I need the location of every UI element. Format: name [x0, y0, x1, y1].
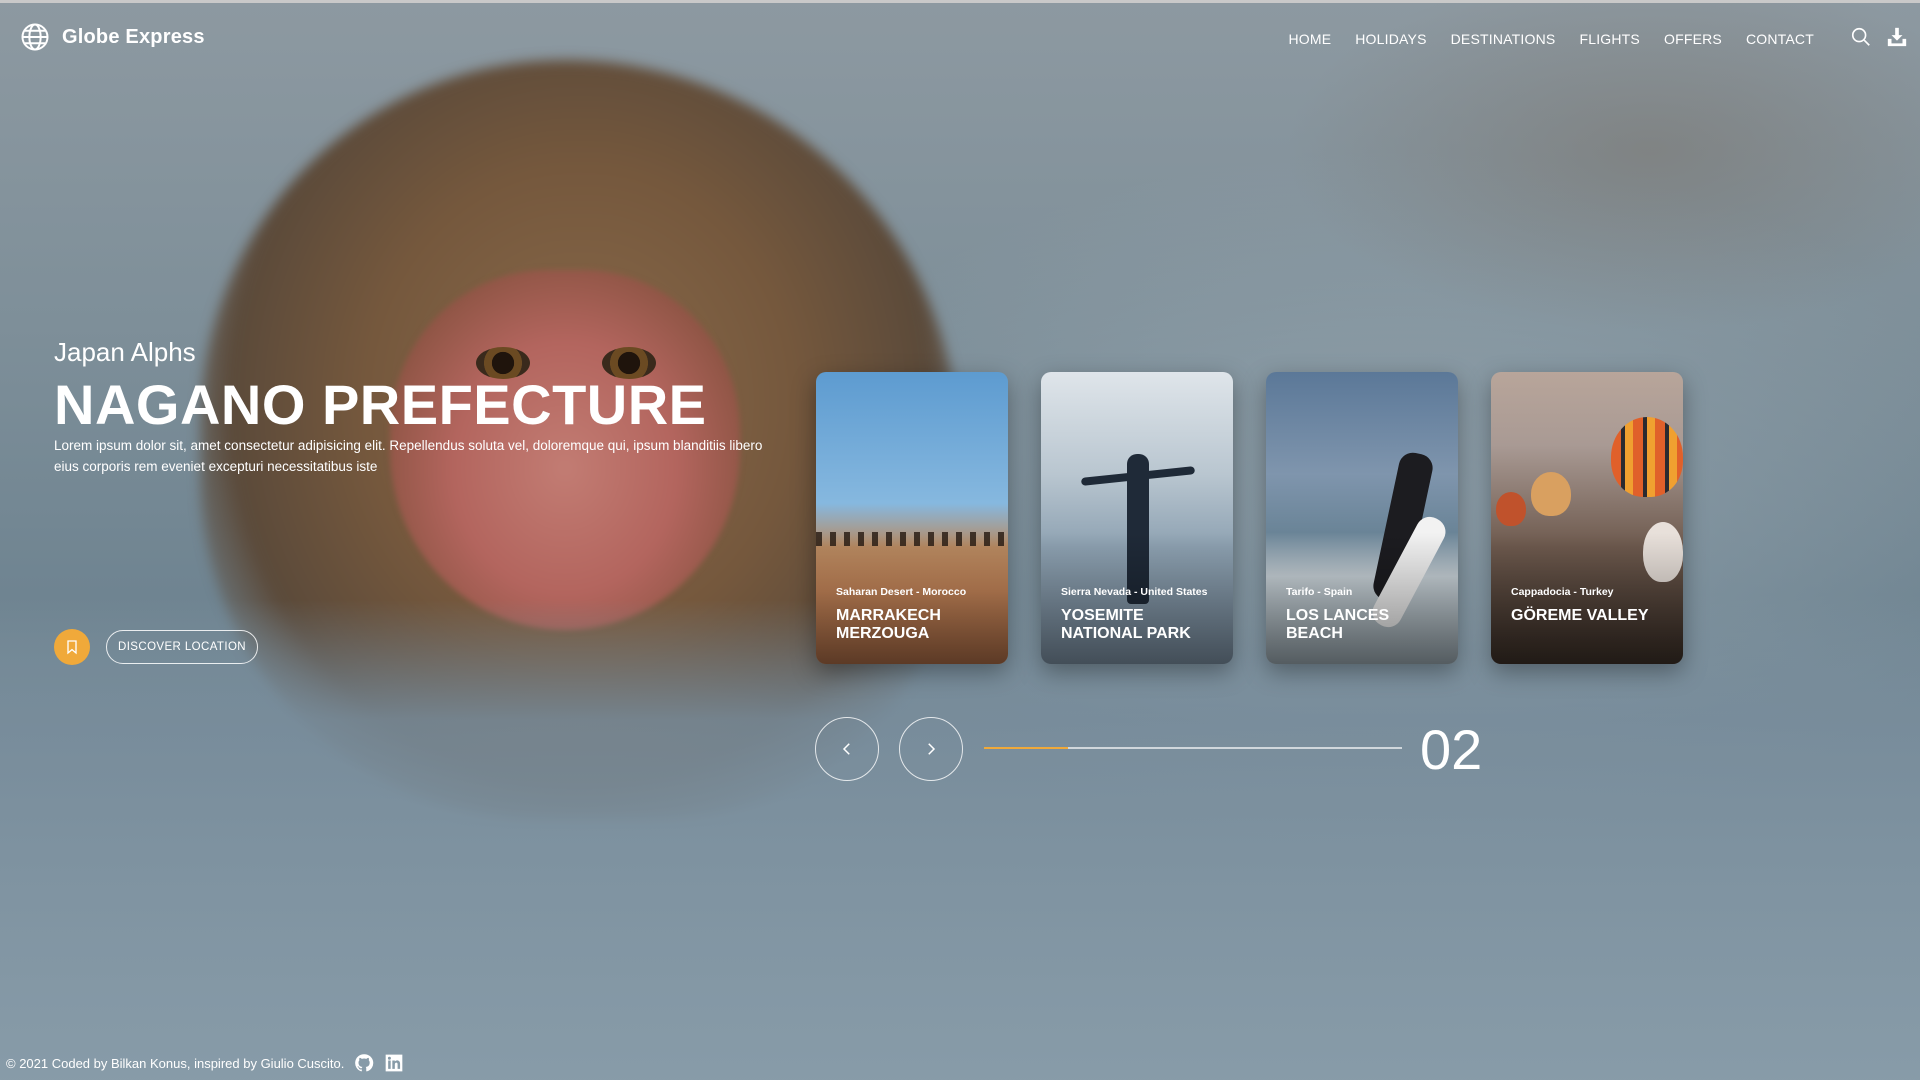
water-mist [0, 600, 1920, 1080]
card-name: YOSEMITE NATIONAL PARK [1061, 607, 1191, 642]
brand-name: Globe Express [62, 25, 205, 48]
destination-card-marrakech[interactable]: Saharan Desert - Morocco MARRAKECH MERZO… [816, 372, 1008, 664]
slider-prev-button[interactable] [815, 717, 879, 781]
destination-card-goreme[interactable]: Cappadocia - Turkey GÖREME VALLEY [1491, 372, 1683, 664]
header-tools [1850, 26, 1908, 48]
nav-offers[interactable]: OFFERS [1664, 31, 1722, 47]
slider-progress-fill [984, 747, 1068, 749]
github-icon[interactable] [354, 1053, 374, 1073]
card-name: LOS LANCES BEACH [1286, 607, 1390, 642]
slide-counter: 02 [1420, 718, 1483, 781]
top-border [0, 0, 1920, 3]
site-footer: © 2021 Coded by Bilkan Konus, inspired b… [6, 1053, 404, 1073]
site-header: Globe Express HOME HOLIDAYS DESTINATIONS… [0, 18, 1920, 58]
chevron-left-icon [842, 743, 850, 755]
chevron-right-icon [928, 743, 936, 755]
destination-card-los-lances[interactable]: Tarifo - Spain LOS LANCES BEACH [1266, 372, 1458, 664]
brand-logo[interactable]: Globe Express [20, 22, 205, 52]
card-location: Saharan Desert - Morocco [836, 586, 967, 598]
download-icon[interactable] [1886, 26, 1908, 48]
slider-progress-bar [984, 747, 1402, 749]
hero-description: Lorem ipsum dolor sit, amet consectetur … [54, 438, 763, 474]
bookmark-icon [67, 640, 77, 655]
nav-home[interactable]: HOME [1288, 31, 1331, 47]
destination-card-yosemite[interactable]: Sierra Nevada - United States YOSEMITE N… [1041, 372, 1233, 664]
nav-destinations[interactable]: DESTINATIONS [1451, 31, 1556, 47]
footer-credit: © 2021 Coded by Bilkan Konus, inspired b… [6, 1055, 345, 1071]
globe-icon [21, 23, 49, 51]
nav-flights[interactable]: FLIGHTS [1579, 31, 1640, 47]
hero-subtitle: Japan Alphs [54, 337, 196, 367]
slider-next-button[interactable] [899, 717, 963, 781]
card-location: Tarifo - Spain [1286, 586, 1353, 598]
bookmark-button[interactable] [54, 629, 90, 665]
destination-cards: Saharan Desert - Morocco MARRAKECH MERZO… [816, 372, 1683, 664]
card-name: GÖREME VALLEY [1511, 607, 1649, 624]
main-nav: HOME HOLIDAYS DESTINATIONS FLIGHTS OFFER… [1288, 31, 1814, 47]
card-name: MARRAKECH MERZOUGA [836, 607, 941, 642]
search-icon[interactable] [1850, 26, 1872, 48]
nav-holidays[interactable]: HOLIDAYS [1355, 31, 1426, 47]
nav-contact[interactable]: CONTACT [1746, 31, 1814, 47]
card-location: Cappadocia - Turkey [1511, 586, 1614, 598]
card-location: Sierra Nevada - United States [1061, 586, 1208, 598]
discover-location-button[interactable]: DISCOVER LOCATION [106, 630, 258, 664]
linkedin-icon[interactable] [384, 1053, 404, 1073]
hero-title: NAGANO PREFECTURE [54, 373, 707, 436]
